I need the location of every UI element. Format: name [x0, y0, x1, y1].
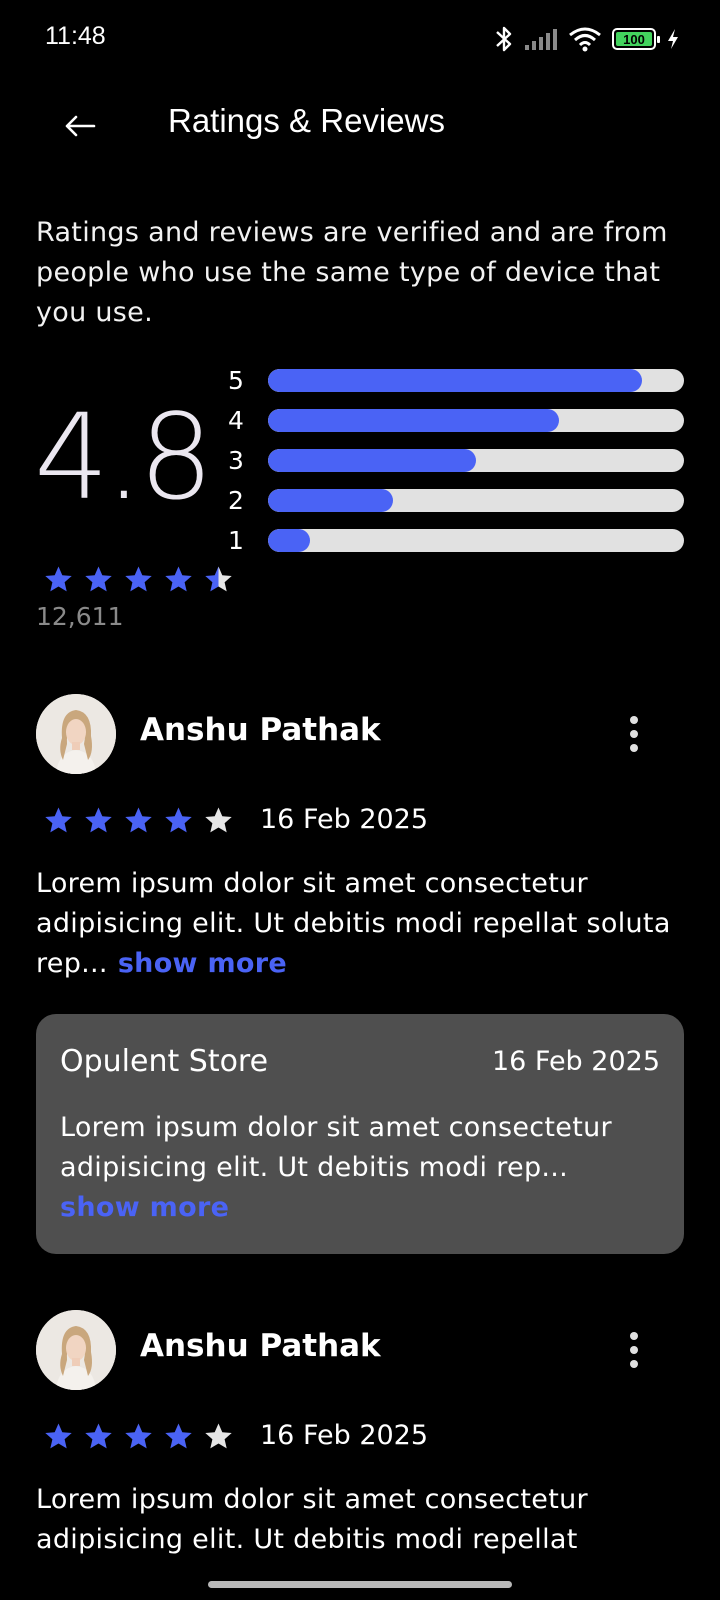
status-bar: 11:48 100	[0, 0, 720, 80]
distribution-label: 2	[228, 485, 244, 515]
distribution-track	[268, 448, 684, 472]
page-title: Ratings & Reviews	[168, 102, 445, 139]
reply-show-more-link[interactable]: show more	[60, 1188, 660, 1228]
distribution-fill	[268, 368, 643, 392]
more-options-button[interactable]	[622, 1328, 646, 1372]
review-stars	[44, 806, 233, 835]
star-icon	[45, 807, 72, 833]
more-dot	[630, 744, 638, 752]
battery-level: 100	[623, 31, 645, 47]
reviewer-name: Anshu Pathak	[140, 1328, 381, 1364]
distribution-fill	[268, 528, 310, 552]
battery-icon: 100	[612, 28, 660, 50]
star-icon	[85, 566, 112, 592]
developer-reply: Opulent Store 16 Feb 2025 Lorem ipsum do…	[36, 1014, 684, 1254]
review-body: Lorem ipsum dolor sit amet consectetur a…	[36, 1480, 676, 1560]
home-indicator[interactable]	[208, 1581, 512, 1588]
review-date: 16 Feb 2025	[260, 804, 429, 835]
bluetooth-icon	[496, 26, 512, 52]
star-icon	[205, 1423, 232, 1449]
distribution-label: 3	[228, 445, 244, 475]
avatar-image	[36, 1310, 116, 1390]
reply-date: 16 Feb 2025	[491, 1046, 660, 1077]
distribution-label: 1	[228, 525, 244, 555]
more-dot	[630, 1346, 638, 1354]
reply-store-name: Opulent Store	[60, 1044, 269, 1079]
star-icon	[165, 807, 192, 833]
wifi-icon	[569, 27, 601, 52]
charging-icon	[668, 29, 678, 49]
star-icon	[85, 1423, 112, 1449]
more-vertical-icon	[630, 1332, 638, 1340]
status-icons: 100	[494, 24, 680, 54]
star-icon	[45, 1423, 72, 1449]
avatar-image	[36, 694, 116, 774]
arrow-left-icon	[65, 115, 96, 137]
summary-stars	[44, 565, 233, 594]
ratings-intro-text: Ratings and reviews are verified and are…	[36, 217, 668, 328]
distribution-label: 5	[228, 365, 244, 395]
distribution-track	[268, 368, 684, 392]
status-time: 11:48	[45, 22, 106, 50]
star-icon	[165, 566, 192, 592]
back-button[interactable]	[52, 98, 108, 154]
review-card: Anshu Pathak 16 Feb 2025 Lorem ipsum dol…	[36, 694, 686, 994]
average-rating: 4.8	[34, 388, 214, 526]
distribution-row-4: 4	[228, 400, 688, 440]
review-date: 16 Feb 2025	[260, 1420, 429, 1451]
star-icon	[125, 807, 152, 833]
distribution-row-2: 2	[228, 480, 688, 520]
review-body: Lorem ipsum dolor sit amet consectetur a…	[36, 864, 676, 984]
distribution-row-1: 1	[228, 520, 688, 560]
show-more-link[interactable]: show more	[118, 948, 287, 979]
reviewer-name: Anshu Pathak	[140, 712, 381, 748]
review-text: Lorem ipsum dolor sit amet consectetur a…	[36, 1484, 588, 1555]
more-vertical-icon	[630, 716, 638, 724]
distribution-track	[268, 528, 684, 552]
review-stars	[44, 1422, 233, 1451]
distribution-track	[268, 488, 684, 512]
star-icon	[205, 566, 232, 592]
distribution-row-5: 5	[228, 360, 688, 400]
signal-icon	[525, 29, 557, 50]
distribution-fill	[268, 448, 476, 472]
star-icon	[125, 566, 152, 592]
more-dot	[630, 1360, 638, 1368]
star-icon	[45, 566, 72, 592]
review-card: Anshu Pathak 16 Feb 2025 Lorem ipsum dol…	[36, 1310, 686, 1600]
distribution-label: 4	[228, 405, 244, 435]
star-icon	[125, 1423, 152, 1449]
more-options-button[interactable]	[622, 712, 646, 756]
distribution-track	[268, 408, 684, 432]
star-icon	[205, 807, 232, 833]
reply-text: Lorem ipsum dolor sit amet consectetur a…	[60, 1112, 612, 1183]
avatar[interactable]	[36, 1310, 116, 1390]
rating-distribution: 5 4 3 2 1	[228, 360, 688, 560]
star-icon	[85, 807, 112, 833]
distribution-fill	[268, 488, 393, 512]
app-header: Ratings & Reviews	[0, 80, 720, 170]
reply-body: Lorem ipsum dolor sit amet consectetur a…	[60, 1108, 660, 1228]
distribution-row-3: 3	[228, 440, 688, 480]
star-icon	[165, 1423, 192, 1449]
distribution-fill	[268, 408, 560, 432]
avatar[interactable]	[36, 694, 116, 774]
rating-count: 12,611	[36, 602, 124, 631]
more-dot	[630, 730, 638, 738]
